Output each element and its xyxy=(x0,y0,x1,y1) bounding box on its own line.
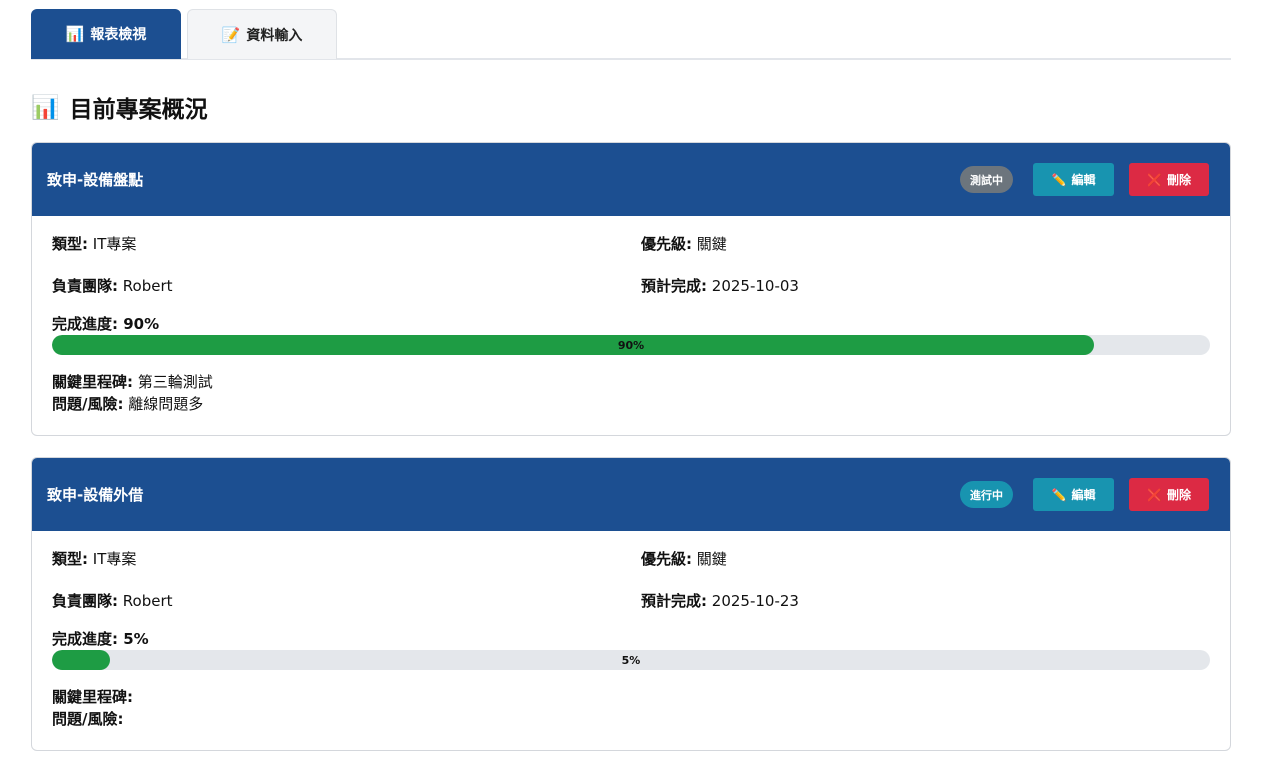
tab-data-entry[interactable]: 📝 資料輸入 xyxy=(187,9,337,59)
priority-value: 關鍵 xyxy=(696,235,727,253)
delete-button-label: 刪除 xyxy=(1166,488,1191,502)
team-label: 負責團隊: xyxy=(52,592,118,610)
priority-label: 優先級: xyxy=(641,235,692,253)
page-title-text: 目前專案概況 xyxy=(69,97,208,123)
tab-report-view[interactable]: 📊 報表檢視 xyxy=(31,9,181,59)
page-title: 📊 目前專案概況 xyxy=(31,92,1231,124)
due-label: 預計完成: xyxy=(641,277,707,295)
progress-label-text: 完成進度: xyxy=(52,315,118,333)
edit-button-label: 編輯 xyxy=(1071,488,1096,502)
status-badge: 進行中 xyxy=(960,481,1013,508)
due-label: 預計完成: xyxy=(641,592,707,610)
progress-percent: 5% xyxy=(123,630,149,648)
project-type: 類型: IT專案 xyxy=(52,549,641,569)
priority-value: 關鍵 xyxy=(696,550,727,568)
progress-bar: 5% xyxy=(52,650,1210,670)
edit-button-label: 編輯 xyxy=(1071,173,1096,187)
project-card: 致申-設備盤點 測試中 ✏️ 編輯 ❌ 刪除 類型: IT專案 優先級: 關鍵 xyxy=(31,142,1231,436)
project-card: 致申-設備外借 進行中 ✏️ 編輯 ❌ 刪除 類型: IT專案 優先級: 關鍵 xyxy=(31,457,1231,751)
progress-label: 完成進度: 90% xyxy=(52,314,1210,334)
risk-row: 問題/風險: 離線問題多 xyxy=(52,393,1210,415)
progress-percent: 90% xyxy=(123,315,160,333)
milestone-row: 關鍵里程碑: 第三輪測試 xyxy=(52,371,1210,393)
project-card-body: 類型: IT專案 優先級: 關鍵 負責團隊: Robert 預計完成: 2025… xyxy=(32,531,1230,750)
delete-button[interactable]: ❌ 刪除 xyxy=(1129,163,1209,196)
type-value: IT專案 xyxy=(92,550,137,568)
risk-row: 問題/風險: xyxy=(52,708,1210,730)
project-team: 負責團隊: Robert xyxy=(52,276,641,296)
cross-icon: ❌ xyxy=(1147,487,1162,502)
project-extra: 關鍵里程碑: 問題/風險: xyxy=(52,686,1210,730)
milestone-value: 第三輪測試 xyxy=(137,373,213,391)
team-label: 負責團隊: xyxy=(52,277,118,295)
pencil-icon: ✏️ xyxy=(1051,172,1067,187)
delete-button[interactable]: ❌ 刪除 xyxy=(1129,478,1209,511)
type-label: 類型: xyxy=(52,550,88,568)
pencil-icon: ✏️ xyxy=(1051,487,1067,502)
project-type: 類型: IT專案 xyxy=(52,234,641,254)
project-priority: 優先級: 關鍵 xyxy=(641,549,1210,569)
risk-value: 離線問題多 xyxy=(128,395,204,413)
type-value: IT專案 xyxy=(92,235,137,253)
tab-bar: 📊 報表檢視 📝 資料輸入 xyxy=(31,0,1231,60)
project-priority: 優先級: 關鍵 xyxy=(641,234,1210,254)
project-card-header: 致申-設備外借 進行中 ✏️ 編輯 ❌ 刪除 xyxy=(32,458,1230,531)
project-card-body: 類型: IT專案 優先級: 關鍵 負責團隊: Robert 預計完成: 2025… xyxy=(32,216,1230,435)
project-due: 預計完成: 2025-10-23 xyxy=(641,591,1210,611)
project-info: 類型: IT專案 優先級: 關鍵 負責團隊: Robert 預計完成: 2025… xyxy=(52,549,1210,611)
status-badge: 測試中 xyxy=(960,166,1013,193)
team-value: Robert xyxy=(122,277,173,295)
memo-icon: 📝 xyxy=(221,25,241,44)
milestone-label: 關鍵里程碑: xyxy=(52,373,133,391)
edit-button[interactable]: ✏️ 編輯 xyxy=(1033,163,1114,196)
bar-chart-icon: 📊 xyxy=(31,94,60,121)
cross-icon: ❌ xyxy=(1147,172,1162,187)
project-name: 致申-設備外借 xyxy=(47,486,144,504)
risk-label: 問題/風險: xyxy=(52,710,124,728)
type-label: 類型: xyxy=(52,235,88,253)
project-card-header: 致申-設備盤點 測試中 ✏️ 編輯 ❌ 刪除 xyxy=(32,143,1230,216)
priority-label: 優先級: xyxy=(641,550,692,568)
page: 📊 報表檢視 📝 資料輸入 📊 目前專案概況 致申-設備盤點 測試中 ✏️ 編輯… xyxy=(0,0,1262,772)
tab-label: 報表檢視 xyxy=(90,27,147,43)
edit-button[interactable]: ✏️ 編輯 xyxy=(1033,478,1114,511)
progress-label: 完成進度: 5% xyxy=(52,629,1210,649)
progress-bar-text: 90% xyxy=(617,338,645,352)
tab-label: 資料輸入 xyxy=(246,27,303,44)
progress-bar-text: 5% xyxy=(621,653,641,667)
risk-label: 問題/風險: xyxy=(52,395,124,413)
due-value: 2025-10-23 xyxy=(711,592,799,610)
project-team: 負責團隊: Robert xyxy=(52,591,641,611)
progress-label-text: 完成進度: xyxy=(52,630,118,648)
project-info: 類型: IT專案 優先級: 關鍵 負責團隊: Robert 預計完成: 2025… xyxy=(52,234,1210,296)
milestone-label: 關鍵里程碑: xyxy=(52,688,133,706)
bar-chart-icon: 📊 xyxy=(65,25,85,43)
delete-button-label: 刪除 xyxy=(1166,173,1191,187)
milestone-row: 關鍵里程碑: xyxy=(52,686,1210,708)
due-value: 2025-10-03 xyxy=(711,277,799,295)
project-due: 預計完成: 2025-10-03 xyxy=(641,276,1210,296)
project-name: 致申-設備盤點 xyxy=(47,171,144,189)
progress-bar: 90% xyxy=(52,335,1210,355)
team-value: Robert xyxy=(122,592,173,610)
project-extra: 關鍵里程碑: 第三輪測試 問題/風險: 離線問題多 xyxy=(52,371,1210,415)
